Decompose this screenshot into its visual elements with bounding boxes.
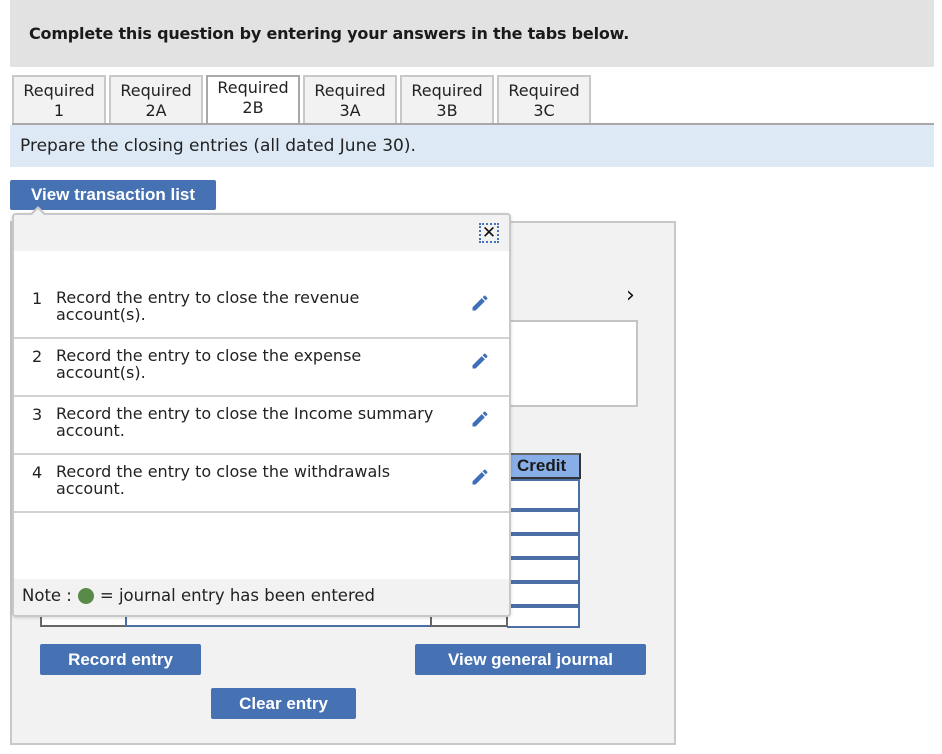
popup-header: [14, 215, 509, 251]
credit-input[interactable]: [507, 582, 580, 606]
popup-note-bar: Note : = journal entry has been entered: [14, 579, 509, 615]
tab-required-3b[interactable]: Required 3B: [400, 75, 494, 124]
transaction-item-3[interactable]: 3 Record the entry to close the Income s…: [14, 397, 509, 455]
question-header: Complete this question by entering your …: [10, 0, 934, 67]
credit-input[interactable]: [507, 510, 580, 534]
entered-status-dot-icon: [77, 587, 94, 604]
credit-input[interactable]: [507, 606, 580, 628]
tab-required-2a[interactable]: Required 2A: [109, 75, 203, 124]
tabs-divider: [12, 123, 934, 125]
tab-required-3a[interactable]: Required 3A: [303, 75, 397, 124]
tab-required-3c[interactable]: Required 3C: [497, 75, 591, 124]
pencil-icon[interactable]: [470, 293, 490, 313]
transaction-list-popup: ✕ 1 Record the entry to close the revenu…: [12, 213, 511, 617]
pencil-icon[interactable]: [470, 467, 490, 487]
credit-input[interactable]: [507, 534, 580, 558]
note-legend: Note : = journal entry has been entered: [22, 586, 376, 605]
pencil-icon[interactable]: [470, 409, 490, 429]
transaction-item-1[interactable]: 1 Record the entry to close the revenue …: [14, 281, 509, 339]
entry-description-box: [500, 320, 638, 407]
record-entry-button[interactable]: Record entry: [40, 644, 201, 675]
close-icon[interactable]: ✕: [479, 223, 499, 243]
tab-required-2b[interactable]: Required 2B: [206, 75, 300, 125]
popup-pointer-inner: [32, 209, 44, 215]
pencil-icon[interactable]: [470, 351, 490, 371]
chevron-right-icon[interactable]: ›: [626, 283, 635, 308]
instruction-bar: Prepare the closing entries (all dated J…: [10, 125, 934, 167]
tab-required-1[interactable]: Required 1: [12, 75, 106, 124]
credit-input[interactable]: [507, 479, 580, 510]
requirement-tabs: Required 1 Required 2A Required 2B Required…: [12, 75, 594, 125]
view-general-journal-button[interactable]: View general journal: [415, 644, 646, 675]
credit-input[interactable]: [507, 558, 580, 582]
transaction-item-4[interactable]: 4 Record the entry to close the withdraw…: [14, 455, 509, 513]
transaction-item-2[interactable]: 2 Record the entry to close the expense …: [14, 339, 509, 397]
credit-column-header: Credit: [511, 453, 581, 479]
instruction-text: Prepare the closing entries (all dated J…: [20, 136, 416, 156]
clear-entry-button[interactable]: Clear entry: [211, 688, 356, 719]
question-header-title: Complete this question by entering your …: [29, 24, 630, 43]
